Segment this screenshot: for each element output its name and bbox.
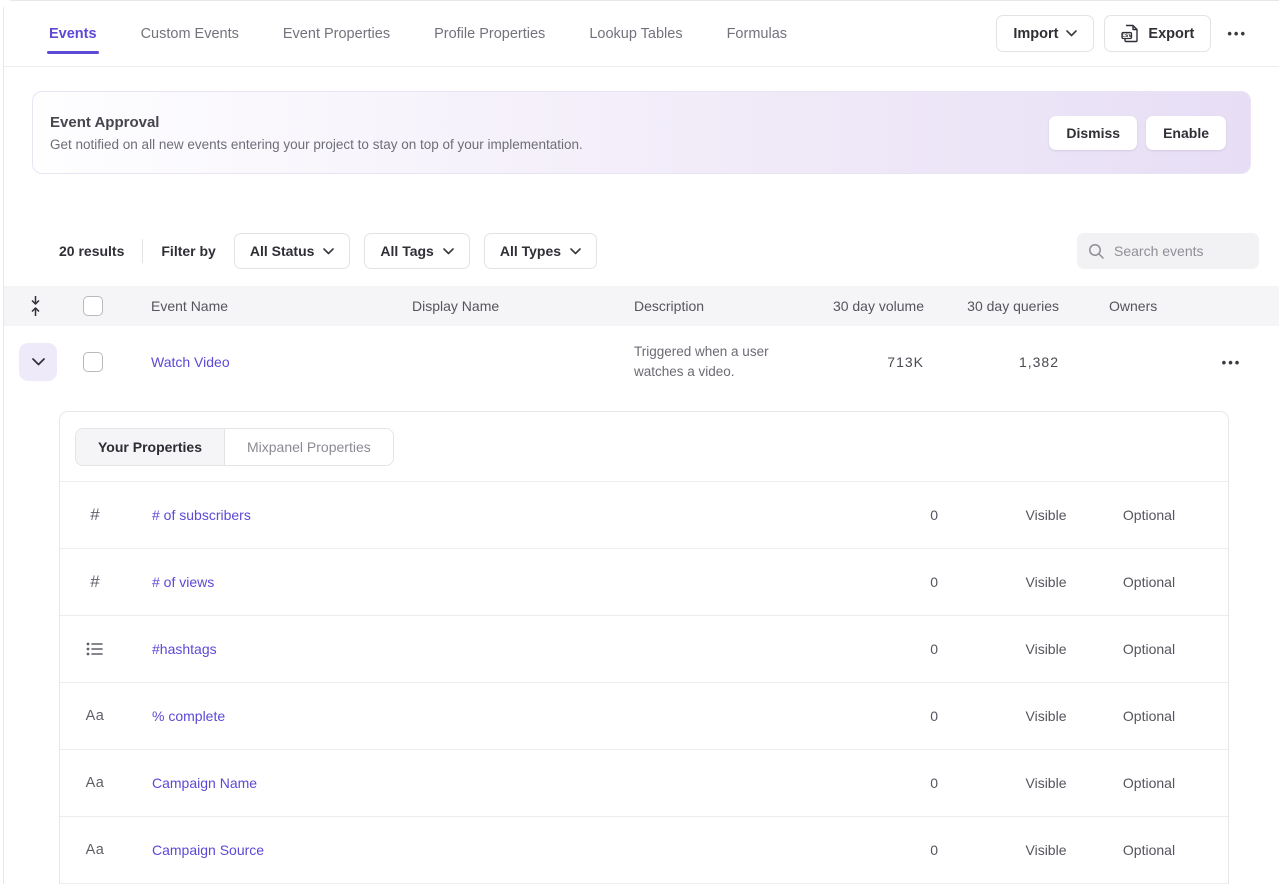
events-table-header: Event Name Display Name Description 30 d… [4,286,1279,326]
tags-filter-label: All Tags [380,243,433,259]
export-button[interactable]: CSV Export [1104,15,1211,52]
number-icon: # [60,572,130,592]
top-nav: Events Custom Events Event Properties Pr… [49,1,787,66]
row-more-options-button[interactable]: ••• [1184,349,1279,376]
chevron-down-icon [570,248,581,255]
types-filter-dropdown[interactable]: All Types [484,233,597,269]
column-header-volume: 30 day volume [814,298,924,314]
filter-by-label: Filter by [161,243,215,259]
number-icon: # [60,505,130,525]
text-icon: Aa [60,842,130,858]
property-row: Aa % complete 0 Visible Optional [60,683,1228,750]
export-button-label: Export [1148,26,1194,42]
select-all-checkbox[interactable] [83,296,103,316]
property-visibility: Visible [998,842,1094,858]
property-row: Aa Campaign Name 0 Visible Optional [60,750,1228,817]
property-requirement: Optional [1094,507,1204,523]
property-name-link[interactable]: % complete [130,708,818,724]
property-visibility: Visible [998,641,1094,657]
tab-profile-properties[interactable]: Profile Properties [434,1,545,66]
tab-events[interactable]: Events [49,1,97,66]
properties-tab-bar: Your Properties Mixpanel Properties [60,412,1228,482]
collapse-all-button[interactable] [4,295,66,317]
import-button-label: Import [1013,26,1058,42]
tab-mixpanel-properties[interactable]: Mixpanel Properties [225,429,393,465]
enable-button[interactable]: Enable [1146,116,1226,150]
column-header-queries: 30 day queries [924,298,1059,314]
property-requirement: Optional [1094,574,1204,590]
types-filter-label: All Types [500,243,561,259]
property-query-count: 0 [818,708,938,724]
banner-description: Get notified on all new events entering … [50,137,583,152]
property-visibility: Visible [998,708,1094,724]
property-query-count: 0 [818,775,938,791]
tab-your-properties[interactable]: Your Properties [76,429,225,465]
event-name-link[interactable]: Watch Video [135,354,396,370]
properties-panel: Your Properties Mixpanel Properties # # … [59,411,1229,884]
search-events-box [1077,233,1259,269]
event-volume: 713K [814,354,924,370]
property-query-count: 0 [818,574,938,590]
column-header-display-name: Display Name [396,298,618,314]
property-name-link[interactable]: # of subscribers [130,507,818,523]
search-icon [1088,243,1105,260]
status-filter-label: All Status [250,243,315,259]
event-description: Triggered when a user watches a video. [618,332,814,393]
property-visibility: Visible [998,775,1094,791]
property-name-link[interactable]: Campaign Name [130,775,818,791]
row-checkbox[interactable] [83,352,103,372]
text-icon: Aa [60,775,130,791]
property-requirement: Optional [1094,842,1204,858]
chevron-down-icon [443,248,454,255]
property-row: # # of views 0 Visible Optional [60,549,1228,616]
text-icon: Aa [60,708,130,724]
filter-bar: 20 results Filter by All Status All Tags… [59,233,1259,269]
collapse-row-button[interactable] [19,343,57,381]
property-row: #hashtags 0 Visible Optional [60,616,1228,683]
property-requirement: Optional [1094,641,1204,657]
tags-filter-dropdown[interactable]: All Tags [364,233,469,269]
event-queries: 1,382 [924,354,1059,370]
banner-actions: Dismiss Enable [1049,116,1226,150]
top-bar-actions: Import CSV Export ••• [996,15,1253,52]
csv-file-icon: CSV [1121,24,1140,43]
status-filter-dropdown[interactable]: All Status [234,233,351,269]
property-query-count: 0 [818,842,938,858]
list-icon [60,641,130,657]
event-approval-banner: Event Approval Get notified on all new e… [32,91,1251,174]
top-bar: Events Custom Events Event Properties Pr… [4,1,1279,67]
banner-text: Event Approval Get notified on all new e… [50,114,583,152]
chevron-down-icon [323,248,334,255]
property-query-count: 0 [818,641,938,657]
tab-event-properties[interactable]: Event Properties [283,1,390,66]
properties-tabs: Your Properties Mixpanel Properties [75,428,394,466]
property-visibility: Visible [998,507,1094,523]
table-row: Watch Video Triggered when a user watche… [4,326,1279,398]
chevron-down-icon [1066,30,1077,37]
column-header-description: Description [618,298,814,314]
property-query-count: 0 [818,507,938,523]
results-count: 20 results [59,243,124,259]
svg-text:CSV: CSV [1122,33,1133,39]
property-requirement: Optional [1094,775,1204,791]
property-name-link[interactable]: Campaign Source [130,842,818,858]
search-input[interactable] [1114,243,1244,259]
property-visibility: Visible [998,574,1094,590]
property-row: # # of subscribers 0 Visible Optional [60,482,1228,549]
more-options-button[interactable]: ••• [1221,20,1253,47]
banner-title: Event Approval [50,114,583,131]
property-name-link[interactable]: #hashtags [130,641,818,657]
import-button[interactable]: Import [996,15,1094,52]
column-header-event-name: Event Name [135,298,396,314]
divider [142,239,143,263]
property-requirement: Optional [1094,708,1204,724]
lexicon-page: Events Custom Events Event Properties Pr… [3,0,1279,884]
tab-custom-events[interactable]: Custom Events [141,1,239,66]
property-row: Aa Campaign Source 0 Visible Optional [60,817,1228,884]
tab-lookup-tables[interactable]: Lookup Tables [589,1,682,66]
dismiss-button[interactable]: Dismiss [1049,116,1137,150]
column-header-owners: Owners [1059,298,1184,314]
property-name-link[interactable]: # of views [130,574,818,590]
tab-formulas[interactable]: Formulas [727,1,787,66]
